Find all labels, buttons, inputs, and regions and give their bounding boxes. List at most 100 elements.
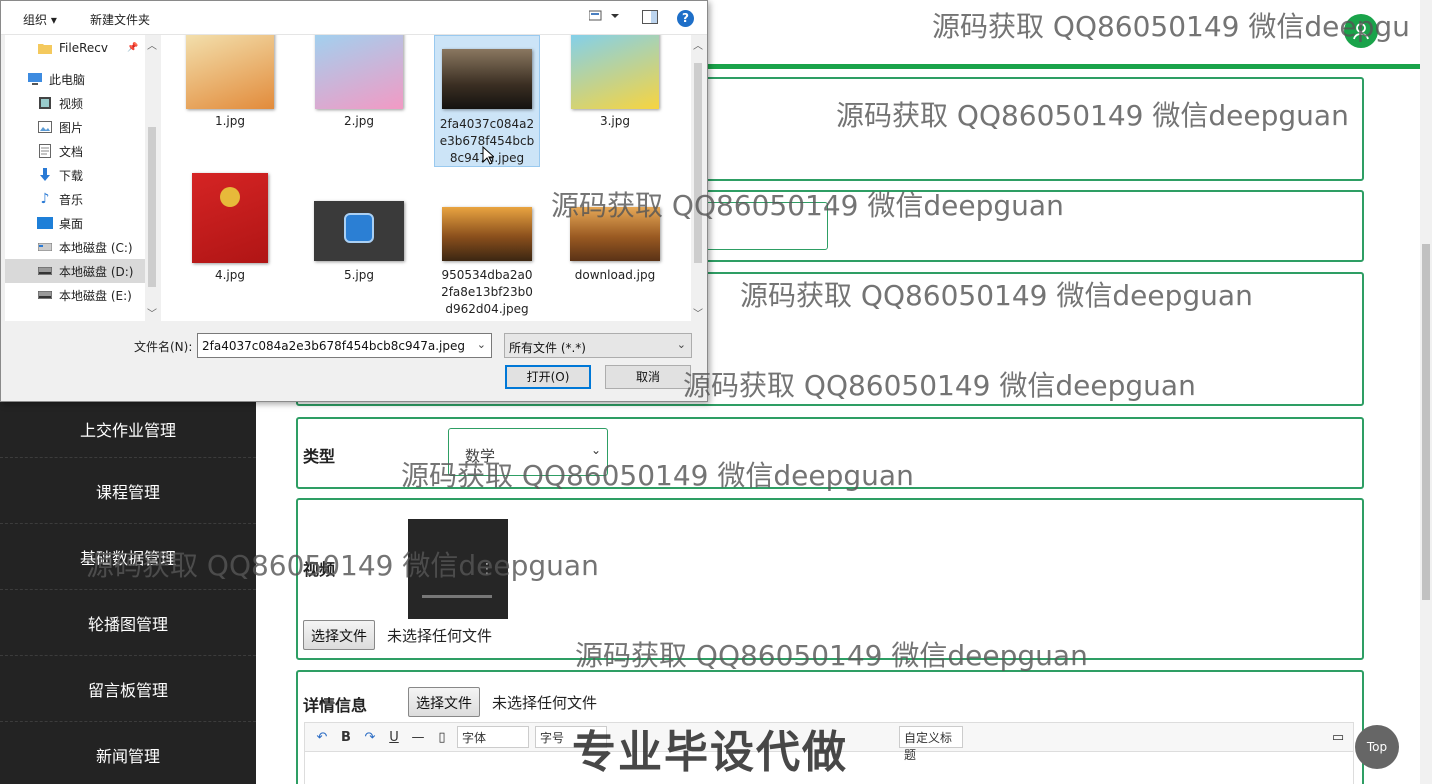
cancel-button[interactable]: 取消 [605, 365, 691, 389]
watermark-banner: 专业毕设代做 [572, 727, 848, 778]
sidebar-item-basic-data[interactable]: 基础数据管理 [0, 524, 256, 590]
file-item-1[interactable]: 1.jpg [177, 35, 283, 130]
sidebar-item-carousel[interactable]: 轮播图管理 [0, 590, 256, 656]
file-item-3[interactable]: 3.jpg [562, 35, 668, 130]
video-progress-bar[interactable] [422, 595, 492, 598]
detail-no-file-text: 未选择任何文件 [492, 694, 598, 712]
dialog-toolbar: 组织 ▾ 新建文件夹 ? [1, 1, 707, 35]
nav-item-pictures[interactable]: 图片 [5, 115, 145, 139]
nav-item-label: 本地磁盘 (D:) [59, 264, 134, 279]
scroll-down-icon[interactable]: ﹀ [145, 305, 159, 320]
screen: 上交作业管理 课程管理 基础数据管理 轮播图管理 留言板管理 新闻管理 类型 数… [0, 0, 1432, 784]
nav-item-label: 下载 [59, 168, 84, 183]
type-select-value: 数学 [465, 447, 496, 465]
nav-item-documents[interactable]: 文档 [5, 139, 145, 163]
download-arrow-icon [37, 168, 53, 182]
file-type-filter[interactable]: 所有文件 (*.*) ⌄ [504, 333, 692, 358]
music-note-icon: ♪ [40, 191, 50, 207]
detail-choose-file-button[interactable]: 选择文件 [408, 687, 480, 717]
type-label: 类型 [303, 447, 336, 466]
nav-item-label: 本地磁盘 (C:) [59, 240, 133, 255]
nav-item-label: 视频 [59, 96, 84, 111]
file-thumbnail [442, 207, 532, 261]
type-panel: 类型 数学 ⌄ [296, 417, 1364, 489]
help-icon[interactable]: ? [677, 10, 694, 27]
file-item-2[interactable]: 2.jpg [306, 35, 412, 130]
detail-label: 详情信息 [303, 696, 368, 715]
file-list: 1.jpg 2.jpg 2fa4037c084a2 e3b678f454bcb … [161, 35, 705, 321]
nav-item-this-pc[interactable]: 此电脑 [5, 67, 145, 91]
nav-item-videos[interactable]: 视频 [5, 91, 145, 115]
more-options-icon[interactable]: ⋮ [480, 561, 494, 577]
horizontal-rule-icon[interactable]: — [409, 730, 427, 745]
back-to-top-button[interactable]: Top [1355, 725, 1399, 769]
page-icon[interactable]: ▯ [433, 730, 451, 745]
undo-icon[interactable]: ↶ [313, 730, 331, 745]
view-options-icon[interactable] [588, 9, 619, 26]
nav-item-filerecv[interactable]: FileRecv 📌 [5, 36, 145, 60]
file-item-7[interactable]: download.jpg [562, 207, 668, 284]
file-scrollbar-thumb[interactable] [694, 63, 702, 263]
file-list-scrollbar[interactable]: ︿ ﹀ [691, 35, 705, 321]
page-scrollbar[interactable] [1420, 0, 1432, 784]
drive-icon [37, 264, 53, 278]
font-family-select[interactable]: 字体 [457, 726, 529, 748]
folder-icon [37, 41, 53, 55]
sidebar: 上交作业管理 课程管理 基础数据管理 轮播图管理 留言板管理 新闻管理 [0, 400, 256, 784]
file-name: 2.jpg [343, 114, 375, 128]
sidebar-item-courses[interactable]: 课程管理 [0, 458, 256, 524]
type-select[interactable]: 数学 ⌄ [448, 428, 608, 476]
underline-icon[interactable]: U [385, 730, 403, 745]
preview-pane-icon[interactable] [642, 10, 658, 27]
nav-item-label: 桌面 [59, 216, 84, 231]
documents-folder-icon [37, 144, 53, 158]
sidebar-item-news[interactable]: 新闻管理 [0, 722, 256, 784]
navigation-pane: FileRecv 📌 此电脑 视频 图片 文档 下载 ♪ 音乐 桌面 本地磁盘 … [5, 35, 159, 321]
sidebar-item-message-board[interactable]: 留言板管理 [0, 656, 256, 722]
chevron-down-icon[interactable]: ⌄ [477, 338, 486, 351]
nav-scrollbar-thumb[interactable] [148, 127, 156, 287]
new-folder-button[interactable]: 新建文件夹 [90, 11, 150, 28]
nav-item-downloads[interactable]: 下载 [5, 163, 145, 187]
open-button[interactable]: 打开(O) [505, 365, 591, 389]
video-label: 视频 [303, 560, 336, 579]
file-name: 1.jpg [214, 114, 246, 128]
file-thumbnail [186, 35, 274, 109]
nav-item-label: 文档 [59, 144, 84, 159]
bold-icon[interactable]: B [337, 730, 355, 745]
video-preview[interactable]: ⋮ [408, 519, 508, 619]
organize-menu[interactable]: 组织 ▾ [23, 11, 57, 28]
pictures-folder-icon [37, 120, 53, 134]
file-item-6[interactable]: 950534dba2a0 2fa8e13bf23b0 d962d04.jpeg [434, 207, 540, 318]
file-item-4[interactable]: 4.jpg [177, 173, 283, 284]
redo-icon[interactable]: ↷ [361, 730, 379, 745]
filename-value: 2fa4037c084a2e3b678f454bcb8c947a.jpeg [202, 339, 465, 353]
nav-item-drive-d[interactable]: 本地磁盘 (D:) [5, 259, 145, 283]
custom-title-select[interactable]: 自定义标题 [899, 726, 963, 762]
font-size-label: 字号 [540, 731, 565, 745]
user-avatar-icon[interactable] [1344, 14, 1378, 48]
file-item-5[interactable]: 5.jpg [306, 201, 412, 284]
filename-input[interactable]: 2fa4037c084a2e3b678f454bcb8c947a.jpeg ⌄ [197, 333, 492, 358]
fullscreen-icon[interactable]: ▭ [1329, 730, 1347, 745]
nav-item-drive-e[interactable]: 本地磁盘 (E:) [5, 283, 145, 307]
scroll-down-icon[interactable]: ﹀ [691, 305, 705, 320]
nav-pane-scrollbar[interactable]: ︿ ﹀ [145, 35, 159, 321]
nav-item-music[interactable]: ♪ 音乐 [5, 187, 145, 211]
filename-label: 文件名(N): [134, 340, 193, 354]
nav-item-label: FileRecv [59, 41, 108, 55]
file-name: 3.jpg [599, 114, 631, 128]
drive-icon [37, 288, 53, 302]
sidebar-item-homework[interactable]: 上交作业管理 [0, 400, 256, 458]
pin-icon: 📌 [127, 43, 139, 53]
video-choose-file-button[interactable]: 选择文件 [303, 620, 375, 650]
scroll-up-icon[interactable]: ︿ [145, 37, 159, 52]
nav-item-desktop[interactable]: 桌面 [5, 211, 145, 235]
nav-item-drive-c[interactable]: 本地磁盘 (C:) [5, 235, 145, 259]
file-thumbnail [315, 35, 403, 109]
page-scrollbar-thumb[interactable] [1422, 244, 1430, 600]
desktop-icon [37, 216, 53, 230]
file-name: 5.jpg [343, 268, 375, 282]
scroll-up-icon[interactable]: ︿ [691, 37, 705, 52]
video-panel: 视频 ⋮ 选择文件 未选择任何文件 [296, 498, 1364, 660]
